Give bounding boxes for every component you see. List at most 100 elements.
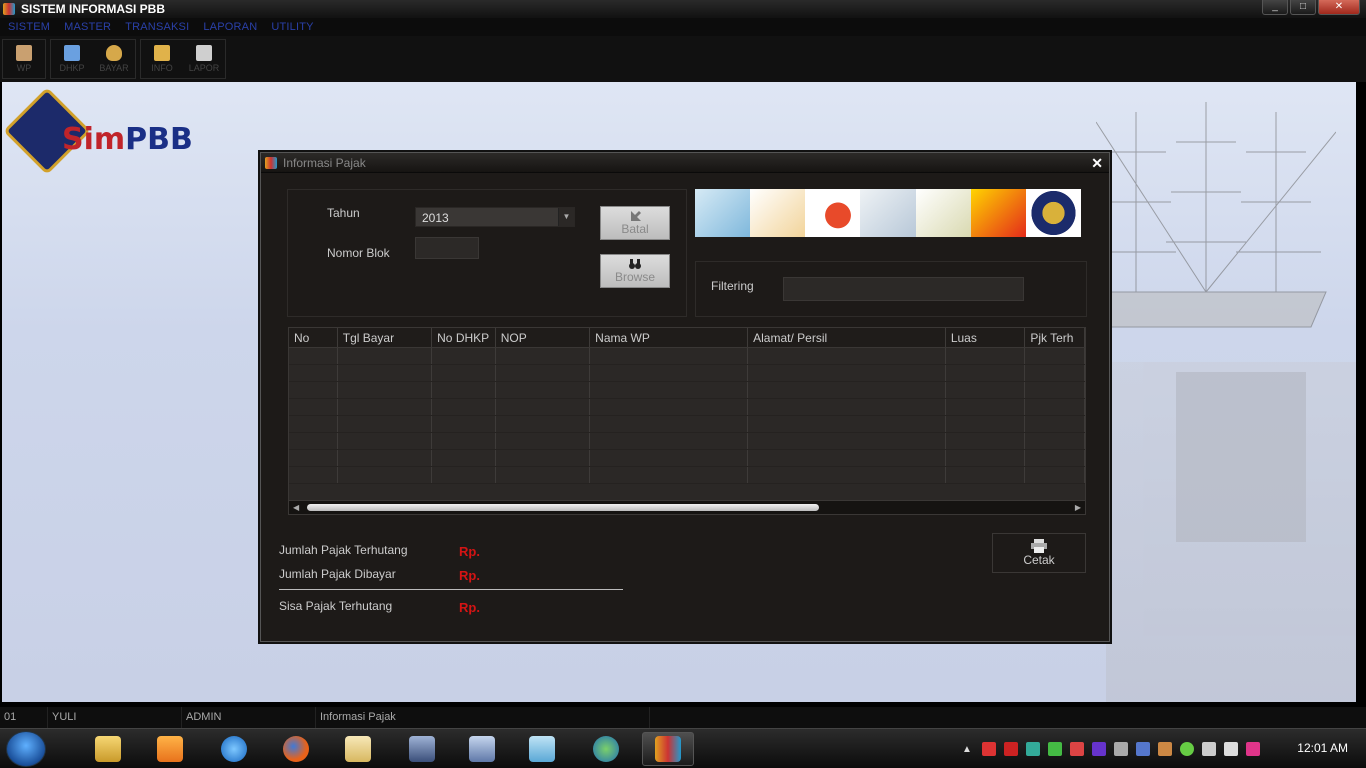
table-row[interactable]: [289, 416, 1085, 433]
pie-chart-image: [805, 189, 861, 237]
jumlah-terhutang-value: Rp.: [459, 544, 480, 559]
notepad-icon: [345, 736, 371, 762]
taskbar-monitor[interactable]: [396, 732, 448, 766]
tahun-select[interactable]: 2013 ▼: [415, 207, 575, 227]
tray-update-icon[interactable]: [1047, 742, 1062, 756]
binoculars-icon: [629, 259, 641, 269]
taskbar-notepad[interactable]: [332, 732, 384, 766]
taskbar-firefox[interactable]: [270, 732, 322, 766]
tray-device-icon[interactable]: [1113, 742, 1128, 756]
menu-utility[interactable]: UTILITY: [271, 21, 313, 33]
table-row[interactable]: [289, 467, 1085, 484]
taskbar-globe[interactable]: [580, 732, 632, 766]
table-row[interactable]: [289, 433, 1085, 450]
tray-expand-icon[interactable]: ▲: [962, 744, 972, 755]
nomor-blok-input[interactable]: [415, 237, 479, 259]
desktop-icon: [529, 736, 555, 762]
tray-antivirus-icon[interactable]: [1069, 742, 1084, 756]
media-player-icon: [157, 736, 183, 762]
taskbar-desktop[interactable]: [516, 732, 568, 766]
table-row[interactable]: [289, 365, 1085, 382]
col-pjk-terh[interactable]: Pjk Terh: [1025, 328, 1085, 347]
toolbar-bayar-button[interactable]: BAYAR: [93, 40, 135, 78]
status-code: 01: [0, 707, 48, 728]
menu-laporan[interactable]: LAPORAN: [203, 21, 257, 33]
tray-status-icon[interactable]: [1179, 742, 1194, 756]
taskbar-internet-explorer[interactable]: [208, 732, 260, 766]
col-luas[interactable]: Luas: [946, 328, 1026, 347]
simpbb-app-icon: [655, 736, 681, 762]
pajak-table: No Tgl Bayar No DHKP NOP Nama WP Alamat/…: [288, 327, 1086, 515]
scrollbar-thumb[interactable]: [307, 504, 819, 511]
table-row[interactable]: [289, 382, 1085, 399]
status-bar: 01 YULI ADMIN Informasi Pajak: [0, 707, 1366, 728]
horizontal-scrollbar[interactable]: ◀ ▶: [289, 500, 1085, 514]
nomor-blok-label: Nomor Blok: [327, 246, 390, 260]
start-button[interactable]: [6, 731, 46, 767]
menu-transaksi[interactable]: TRANSAKSI: [125, 21, 189, 33]
tray-usb-icon[interactable]: [1135, 742, 1150, 756]
tray-power-icon[interactable]: [1157, 742, 1172, 756]
menu-sistem[interactable]: SISTEM: [8, 21, 50, 33]
table-row[interactable]: [289, 348, 1085, 365]
windows-taskbar: ▲ 12:01 AM: [0, 728, 1366, 768]
scroll-left-icon[interactable]: ◀: [293, 503, 299, 512]
toolbar-info-button[interactable]: INFO: [141, 40, 183, 78]
printer-icon: [1031, 539, 1047, 553]
info-card-icon: [154, 45, 170, 61]
table-row[interactable]: [289, 399, 1085, 416]
tray-bluetooth-icon[interactable]: [1091, 742, 1106, 756]
col-alamat-persil[interactable]: Alamat/ Persil: [748, 328, 946, 347]
jumlah-terhutang-label: Jumlah Pajak Terhutang: [279, 543, 408, 557]
window-title: SISTEM INFORMASI PBB: [21, 2, 166, 16]
tax-banner-images: [695, 189, 1081, 237]
cancel-icon: [631, 211, 641, 221]
wanted-poster-background: [1106, 362, 1356, 702]
toolbar-dhkp-button[interactable]: DHKP: [51, 40, 93, 78]
maximize-button[interactable]: □: [1290, 0, 1316, 15]
informasi-pajak-dialog: Informasi Pajak ✕ Tahun 2013 ▼ Nomor Blo…: [260, 152, 1110, 642]
table-row[interactable]: [289, 450, 1085, 467]
dialog-titlebar: Informasi Pajak ✕: [261, 153, 1109, 173]
scroll-right-icon[interactable]: ▶: [1075, 503, 1081, 512]
filtering-label: Filtering: [711, 279, 754, 293]
jumlah-dibayar-value: Rp.: [459, 568, 480, 583]
minimize-button[interactable]: _: [1262, 0, 1288, 15]
tray-wifi-icon[interactable]: [1223, 742, 1238, 756]
tray-app-s-icon[interactable]: [1245, 742, 1260, 756]
taskbar-window-switch[interactable]: [456, 732, 508, 766]
tax-day-cartoon-image: [750, 189, 806, 237]
toolbar-wp-button[interactable]: WP: [3, 40, 45, 78]
tray-volume-icon[interactable]: [1201, 742, 1216, 756]
taskbar-media-player[interactable]: [144, 732, 196, 766]
col-nama-wp[interactable]: Nama WP: [590, 328, 749, 347]
cetak-button[interactable]: Cetak: [992, 533, 1086, 573]
col-tgl-bayar[interactable]: Tgl Bayar: [338, 328, 433, 347]
menu-master[interactable]: MASTER: [64, 21, 111, 33]
table-body: [289, 348, 1085, 484]
tray-flag-icon[interactable]: [981, 742, 996, 756]
col-nop[interactable]: NOP: [496, 328, 591, 347]
dialog-close-icon[interactable]: ✕: [1091, 155, 1103, 172]
globe-icon: [593, 736, 619, 762]
sisa-terhutang-label: Sisa Pajak Terhutang: [279, 599, 393, 613]
tray-shield-icon[interactable]: [1003, 742, 1018, 756]
taskbar-clock[interactable]: 12:01 AM: [1297, 741, 1348, 755]
table-header: No Tgl Bayar No DHKP NOP Nama WP Alamat/…: [289, 328, 1085, 348]
taskbar-simpbb[interactable]: [642, 732, 694, 766]
toolbar-lapor-button[interactable]: LAPOR: [183, 40, 225, 78]
col-no-dhkp[interactable]: No DHKP: [432, 328, 496, 347]
filtering-input[interactable]: [783, 277, 1024, 301]
status-form: Informasi Pajak: [316, 707, 650, 728]
status-user: YULI: [48, 707, 182, 728]
close-button[interactable]: ✕: [1318, 0, 1360, 15]
chevron-down-icon[interactable]: ▼: [558, 208, 574, 226]
browse-button[interactable]: Browse: [600, 254, 670, 288]
summary-divider: [279, 589, 623, 590]
col-no[interactable]: No: [289, 328, 338, 347]
batal-button[interactable]: Batal: [600, 206, 670, 240]
window-switch-icon: [469, 736, 495, 762]
taskbar-explorer[interactable]: [82, 732, 134, 766]
jumlah-dibayar-label: Jumlah Pajak Dibayar: [279, 567, 396, 581]
tray-network-icon[interactable]: [1025, 742, 1040, 756]
